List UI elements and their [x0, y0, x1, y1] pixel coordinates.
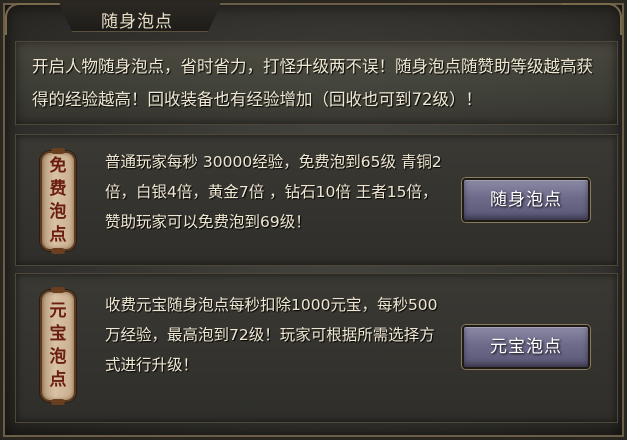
yuanbao-paodian-button[interactable]: 元宝泡点	[462, 325, 590, 369]
ingot-label-char: 宝	[49, 324, 67, 344]
free-label-char: 费	[49, 179, 67, 199]
suishen-paodian-button[interactable]: 随身泡点	[462, 178, 590, 222]
paodian-window: 随身泡点 开启人物随身泡点，省时省力，打怪升级两不误！随身泡点随赞助等级越高获得…	[0, 0, 627, 440]
corner-ornament-right	[562, 3, 622, 35]
window-title: 随身泡点	[101, 12, 173, 32]
free-paodian-label: 免 费 泡 点	[40, 151, 76, 251]
ingot-paodian-label: 元 宝 泡 点	[40, 290, 76, 402]
ingot-label-char: 泡	[49, 347, 67, 367]
intro-text: 开启人物随身泡点，省时省力，打怪升级两不误！随身泡点随赞助等级越高获得的经验越高…	[32, 57, 593, 109]
free-label-char: 免	[49, 156, 67, 176]
free-paodian-section: 免 费 泡 点 普通玩家每秒 30000经验，免费泡到65级 青铜2倍，白银4倍…	[15, 134, 618, 266]
intro-panel: 开启人物随身泡点，省时省力，打怪升级两不误！随身泡点随赞助等级越高获得的经验越高…	[15, 41, 618, 125]
free-label-char: 泡	[49, 202, 67, 222]
ingot-label-char: 元	[49, 301, 67, 321]
ingot-label-char: 点	[49, 370, 67, 390]
free-label-char: 点	[49, 225, 67, 245]
free-paodian-description: 普通玩家每秒 30000经验，免费泡到65级 青铜2倍，白银4倍，黄金7倍 ，钻…	[105, 153, 442, 231]
corner-ornament-left	[5, 3, 65, 35]
ingot-paodian-section: 元 宝 泡 点 收费元宝随身泡点每秒扣除1000元宝，每秒500万经验，最高泡到…	[15, 273, 618, 423]
ingot-paodian-description: 收费元宝随身泡点每秒扣除1000元宝，每秒500万经验，最高泡到72级！玩家可根…	[105, 296, 438, 374]
